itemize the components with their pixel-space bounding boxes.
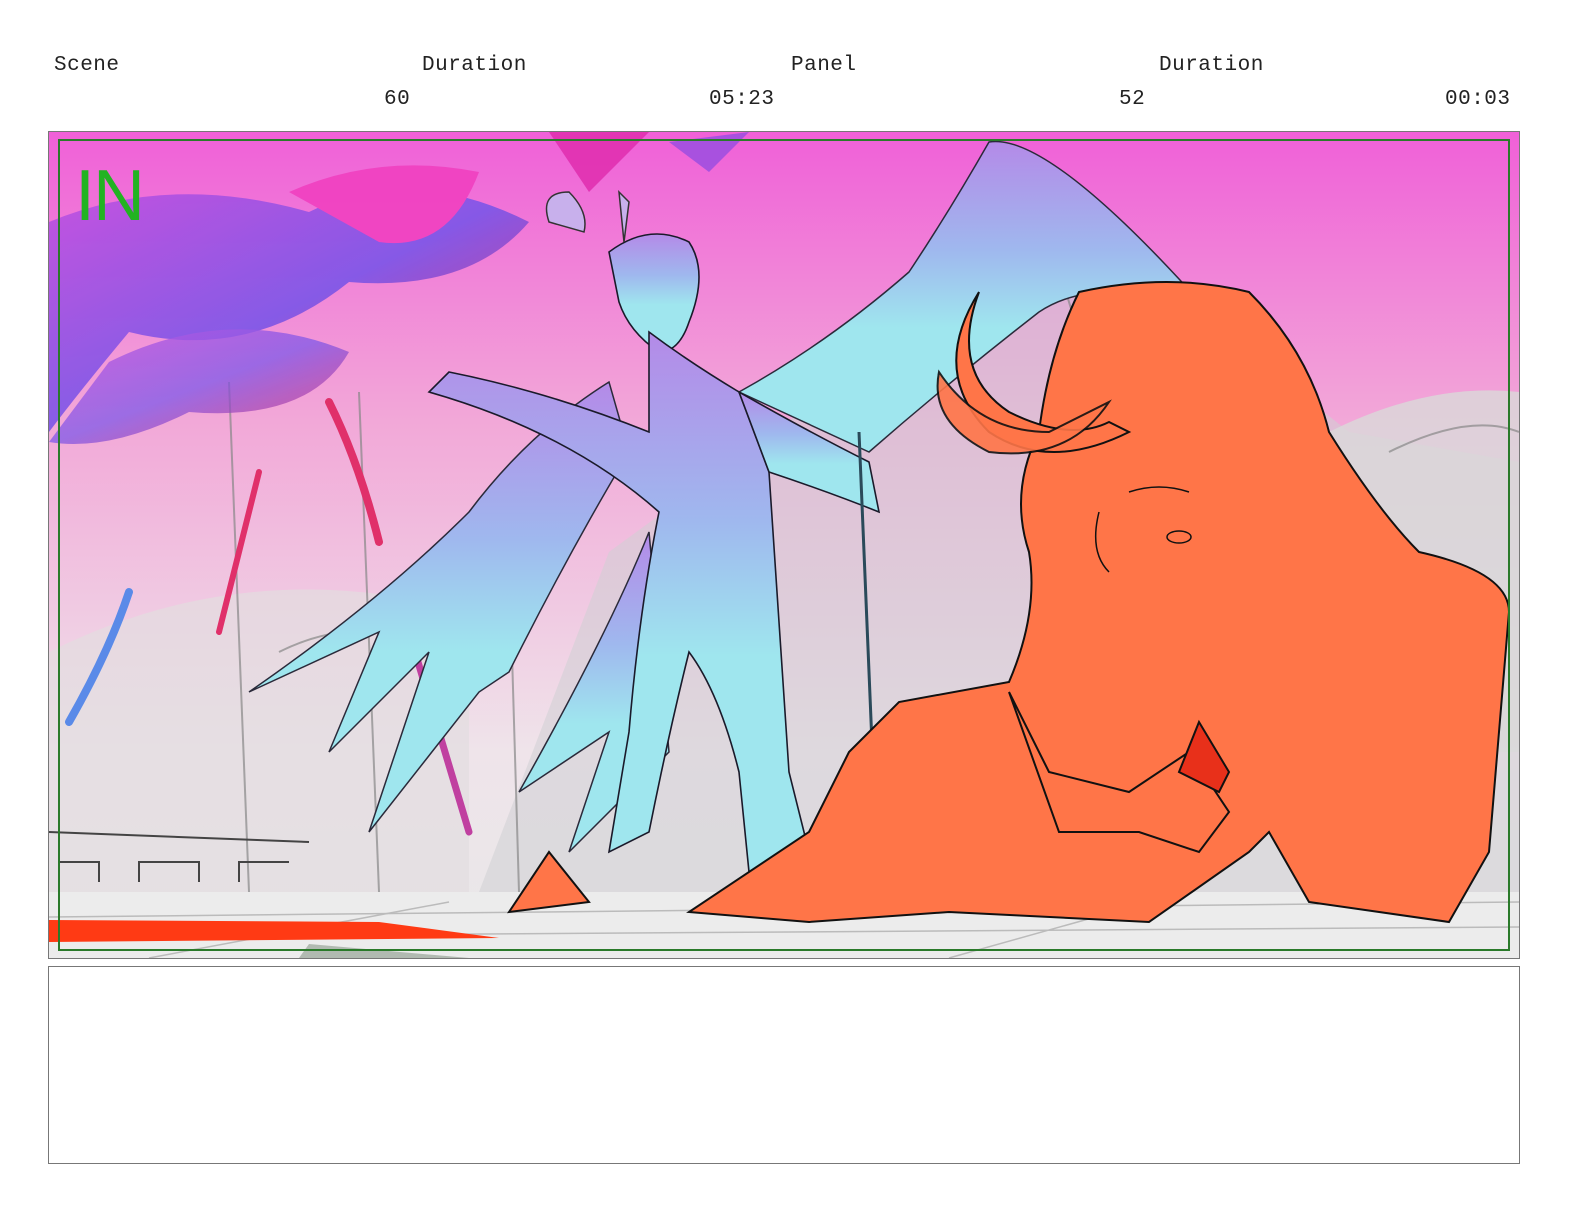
panel-notes-box[interactable] (48, 966, 1520, 1164)
scene-duration-value: 05:23 (709, 88, 775, 111)
panel-notes-text (49, 967, 1519, 991)
scene-label: Scene (54, 54, 120, 77)
safe-area-label: IN (75, 156, 145, 236)
storyboard-panel: IN (48, 131, 1520, 959)
panel-label: Panel (791, 54, 857, 77)
panel-illustration (49, 132, 1519, 958)
panel-duration-label: Duration (1159, 54, 1264, 77)
scene-number: 60 (384, 88, 411, 111)
panel-number: 52 (1119, 88, 1146, 111)
scene-duration-label: Duration (422, 54, 527, 77)
panel-duration-value: 00:03 (1445, 88, 1511, 111)
